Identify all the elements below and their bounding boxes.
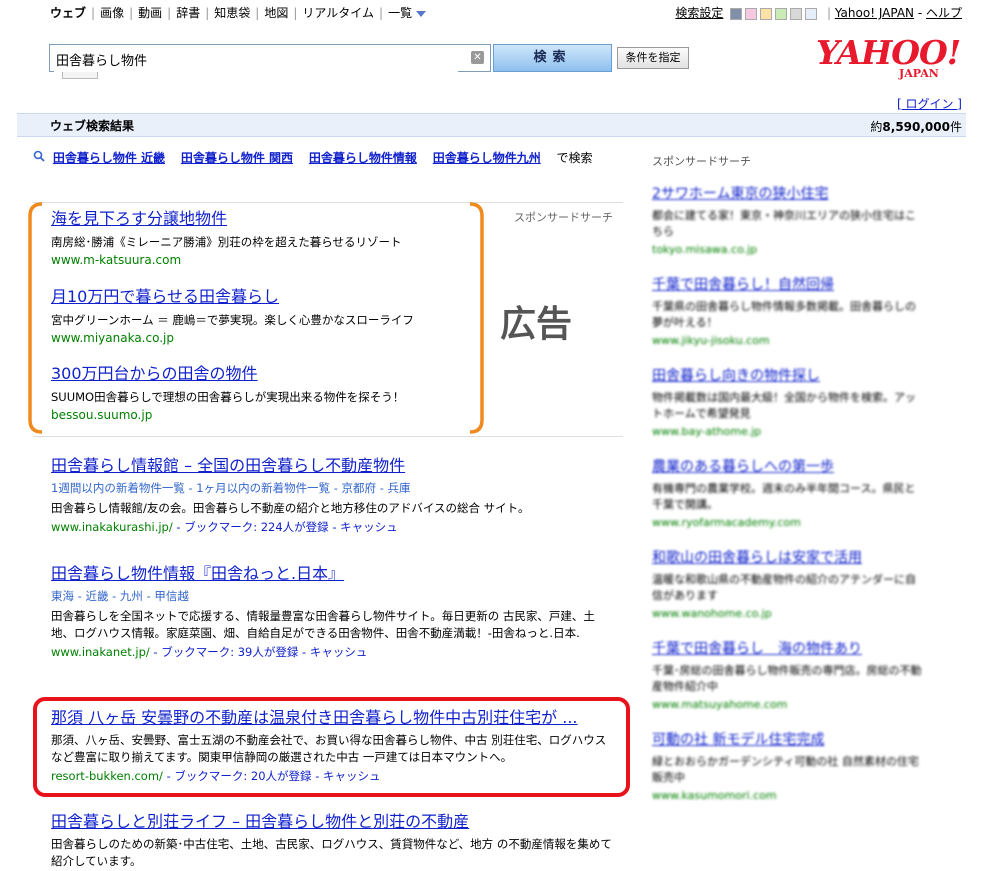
sidebar-ad-title[interactable]: 千葉で田舎暮らし 海の物件あり	[652, 640, 922, 658]
top-bar: ウェブ | 画像 | 動画 | 辞書 | 知恵袋 | 地図 | リアルタイム | 一覧 検索設定 | Yah…	[0, 0, 986, 22]
clear-icon[interactable]: ✕	[471, 51, 484, 64]
nav-more[interactable]: 一覧	[388, 6, 427, 20]
help-link[interactable]: ヘルプ	[926, 6, 962, 20]
related-link[interactable]: 田舎暮らし物件 近畿	[53, 151, 165, 165]
sidebar-ad-url: tokyo.misawa.co.jp	[652, 243, 758, 256]
search-box: ✕	[49, 44, 491, 72]
result-url: www.inakakurashi.jp/	[51, 520, 173, 534]
nav-more-label: 一覧	[388, 6, 413, 20]
chevron-down-icon	[416, 10, 427, 17]
sidebar-ad-desc: 有機専門の農業学校。週末のみ半年間コース。県民と千葉で開講。	[652, 482, 916, 511]
result-title[interactable]: 田舎暮らし物件情報『田舎ねっと.日本』	[51, 564, 617, 584]
nav-dictionary[interactable]: 辞書	[176, 6, 200, 20]
sidebar-ad: 和歌山の田舎暮らしは安家で活用温暖な和歌山県の不動産物件の紹介のアテンダーに自信…	[652, 549, 922, 620]
sidebar-ad: 田舎暮らし向きの物件探し物件掲載数は国内最大級！全国から物件を検索。アットホーム…	[652, 367, 922, 438]
theme-swatch[interactable]	[775, 7, 788, 20]
result-snippet: 田舎暮らしを全国ネットで応援する、情報量豊富な田舎暮らし物件サイト。毎日更新の …	[51, 609, 595, 640]
sidebar-ad-title[interactable]: 2サワホーム東京の狭小住宅	[652, 185, 922, 203]
sidebar-ad-desc: 物件掲載数は国内最大級！全国から物件を検索。アットホームで希望発見	[652, 391, 916, 420]
sidebar-ad-title[interactable]: 可動の社 新モデル住宅完成	[652, 731, 922, 749]
sidebar-ad-desc: 千葉･房総の田舎暮らし物件販売の専門店。房総の不動産物件紹介中	[652, 664, 922, 693]
search-result: 田舎暮らし物件情報『田舎ねっと.日本』 東海 - 近畿 - 九州 - 甲信越 田…	[51, 564, 617, 660]
related-searches: 田舎暮らし物件 近畿 田舎暮らし物件 関西 田舎暮らし物件情報 田舎暮らし物件九…	[33, 150, 623, 167]
sidebar-ad-desc: 千葉県の田舎暮らし物件情報多数掲載。田舎暮らしの夢が叶える！	[652, 300, 916, 329]
sidebar-ad-url: www.bay-athome.jp	[652, 425, 762, 438]
sidebar-ad-title[interactable]: 田舎暮らし向きの物件探し	[652, 367, 922, 385]
search-input[interactable]	[54, 46, 458, 72]
theme-swatch[interactable]	[730, 7, 743, 20]
yahoo-logo[interactable]: YAHOO! JAPAN	[816, 36, 962, 84]
ad-annotation-label: 広告	[500, 304, 573, 345]
sidebar-ad-url: www.ryofarmacademy.com	[652, 516, 801, 529]
search-settings-link[interactable]: 検索設定	[675, 6, 723, 20]
nav-map[interactable]: 地図	[264, 6, 288, 20]
sidebar-ads: スポンサードサーチ 2サワホーム東京の狭小住宅都会に建てる家！東京・神奈川エリア…	[652, 153, 922, 822]
sidebar-ad-title[interactable]: 和歌山の田舎暮らしは安家で活用	[652, 549, 922, 567]
magnifier-icon	[33, 150, 49, 165]
theme-swatch[interactable]	[760, 7, 773, 20]
related-link[interactable]: 田舎暮らし物件 関西	[181, 151, 293, 165]
conditions-button[interactable]: 条件を指定	[617, 47, 689, 69]
sidebar-ad: 千葉で田舎暮らし 海の物件あり千葉･房総の田舎暮らし物件販売の専門店。房総の不動…	[652, 640, 922, 711]
related-link[interactable]: 田舎暮らし物件九州	[433, 151, 541, 165]
search-result: 田舎暮らし情報館 – 全国の田舎暮らし不動産物件 1週間以内の新着物件一覧 - …	[51, 456, 617, 535]
sidebar-ad-title[interactable]: 千葉で田舎暮らし！自然回帰	[652, 276, 922, 294]
sidebar-ad-title[interactable]: 農業のある暮らしへの第一歩	[652, 458, 922, 476]
search-assist-tab[interactable]	[62, 72, 98, 79]
nav-realtime[interactable]: リアルタイム	[302, 6, 374, 20]
nav-web[interactable]: ウェブ	[50, 6, 86, 20]
result-meta: www.inakakurashi.jp/ - ブックマーク: 224人が登録 -…	[51, 519, 617, 535]
top-right-links: 検索設定 | Yahoo! JAPAN - ヘルプ	[675, 6, 962, 20]
login-link[interactable]: [ ログイン ]	[897, 95, 962, 112]
sidebar-ad-url: www.wanohome.co.jp	[652, 607, 772, 620]
theme-swatch[interactable]	[805, 7, 818, 20]
search-result: 田舎暮らしと別荘ライフ – 田舎暮らし物件と別荘の不動産 田舎暮らしのための新築…	[51, 812, 617, 870]
result-snippet: 田舎暮らし情報館/友の会。田舎暮らし不動産の紹介と地方移住のアドバイスの総合 サ…	[51, 501, 530, 515]
sidebar-heading: スポンサードサーチ	[652, 155, 751, 168]
nav-video[interactable]: 動画	[138, 6, 162, 20]
theme-swatch[interactable]	[745, 7, 758, 20]
related-suffix: で検索	[556, 151, 593, 165]
highlight-annotation	[33, 697, 630, 797]
sidebar-ad-desc: 緑とおおらかガーデンシティ可動の社 自然素材の住宅販売中	[652, 755, 919, 784]
result-meta: www.inakanet.jp/ - ブックマーク: 39人が登録 - キャッシ…	[51, 644, 617, 660]
result-snippet: 田舎暮らしのための新築･中古住宅、土地、古民家、ログハウス、賃貸物件など、地方 …	[51, 837, 612, 868]
sidebar-ad-url: www.kasumomori.com	[652, 789, 777, 802]
ad-bracket-annotation	[28, 202, 484, 434]
logo-main: YAHOO!	[816, 33, 961, 72]
results-title: ウェブ検索結果	[50, 119, 135, 133]
results-header: ウェブ検索結果 約8,590,000件	[17, 113, 966, 137]
sidebar-ad-desc: 都会に建てる家！東京・神奈川エリアの狭小住宅はこちら	[652, 209, 916, 238]
sidebar-ad: 可動の社 新モデル住宅完成緑とおおらかガーデンシティ可動の社 自然素材の住宅販売…	[652, 731, 922, 802]
sidebar-ad: 千葉で田舎暮らし！自然回帰千葉県の田舎暮らし物件情報多数掲載。田舎暮らしの夢が叶…	[652, 276, 922, 347]
related-link[interactable]: 田舎暮らし物件情報	[309, 151, 417, 165]
nav-chiebukuro[interactable]: 知恵袋	[214, 6, 250, 20]
sidebar-ad: 農業のある暮らしへの第一歩有機専門の農業学校。週末のみ半年間コース。県民と千葉で…	[652, 458, 922, 529]
color-theme-swatches	[727, 6, 818, 20]
search-button[interactable]: 検索	[493, 44, 612, 72]
nav-images[interactable]: 画像	[100, 6, 124, 20]
result-title[interactable]: 田舎暮らし情報館 – 全国の田舎暮らし不動産物件	[51, 456, 617, 476]
sidebar-ad-desc: 温暖な和歌山県の不動産物件の紹介のアテンダーに自信があります	[652, 573, 916, 602]
result-bookmark[interactable]: - ブックマーク: 39人が登録 - キャッシュ	[150, 645, 367, 659]
sidebar-ad: 2サワホーム東京の狭小住宅都会に建てる家！東京・神奈川エリアの狭小住宅はこちら t…	[652, 185, 922, 256]
logo-sub: JAPAN	[899, 67, 939, 80]
result-sitelinks[interactable]: 1週間以内の新着物件一覧 - 1ヶ月以内の新着物件一覧 - 京都府 - 兵庫	[51, 480, 617, 496]
result-title[interactable]: 田舎暮らしと別荘ライフ – 田舎暮らし物件と別荘の不動産	[51, 812, 617, 832]
result-sitelinks[interactable]: 東海 - 近畿 - 九州 - 甲信越	[51, 588, 617, 604]
result-bookmark[interactable]: - ブックマーク: 224人が登録 - キャッシュ	[173, 520, 397, 534]
result-url: www.inakanet.jp/	[51, 645, 150, 659]
service-nav: ウェブ | 画像 | 動画 | 辞書 | 知恵袋 | 地図 | リアルタイム | 一覧	[50, 4, 427, 21]
ads-label: スポンサードサーチ	[514, 211, 613, 224]
theme-swatch[interactable]	[790, 7, 803, 20]
sidebar-ad-url: www.matsuyahome.com	[652, 698, 788, 711]
yahoo-japan-link[interactable]: Yahoo! JAPAN	[835, 6, 914, 20]
results-count: 約8,590,000件	[870, 120, 962, 134]
sidebar-ad-url: www.jikyu-jisoku.com	[652, 334, 770, 347]
